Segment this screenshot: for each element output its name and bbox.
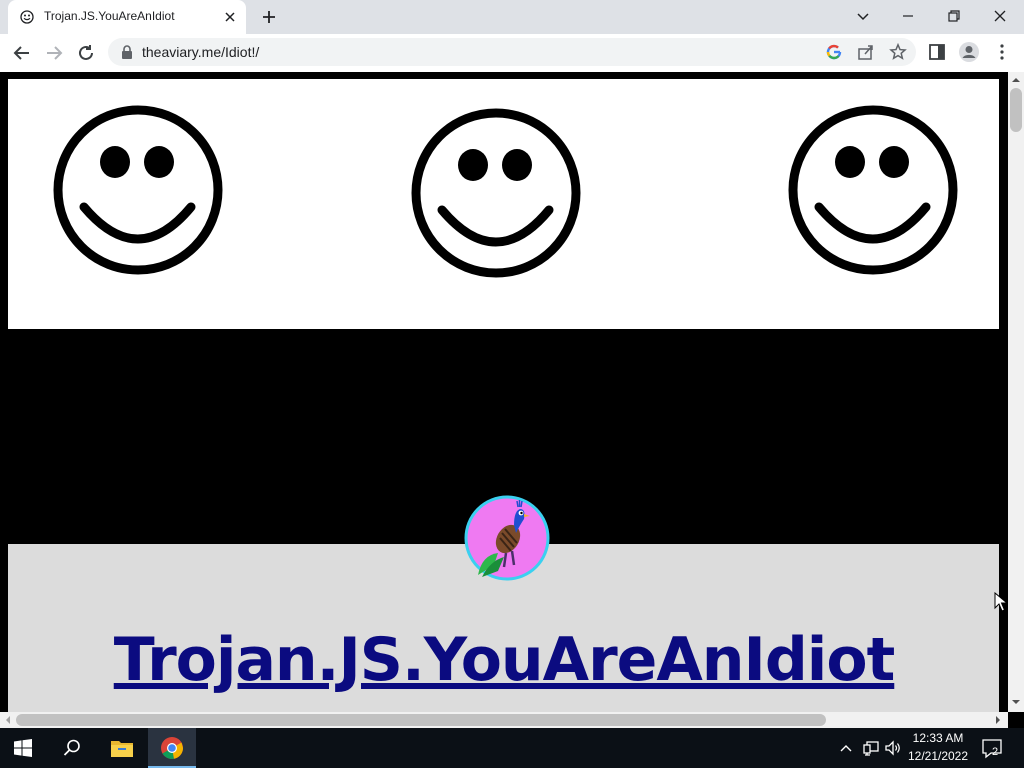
chrome-taskbar-button[interactable] xyxy=(148,728,196,768)
headline-link[interactable]: Trojan.JS.YouAreAnIdiot xyxy=(114,625,896,695)
chrome-icon xyxy=(161,737,183,759)
scroll-down-arrow-icon[interactable] xyxy=(1012,698,1020,706)
clock-time[interactable]: 12:33 AM xyxy=(902,731,974,745)
tab-title: Trojan.JS.YouAreAnIdiot xyxy=(44,9,175,23)
lock-icon[interactable] xyxy=(120,44,134,60)
minimize-icon[interactable] xyxy=(898,6,918,26)
file-explorer-icon[interactable] xyxy=(110,737,134,759)
scroll-left-arrow-icon[interactable] xyxy=(4,716,12,724)
forward-arrow-icon[interactable] xyxy=(43,42,65,64)
url-text[interactable]: theaviary.me/Idiot!/ xyxy=(142,44,259,60)
peacock-logo-icon xyxy=(464,495,550,581)
vertical-scroll-thumb[interactable] xyxy=(1010,88,1022,132)
clock-date[interactable]: 12/21/2022 xyxy=(902,749,974,763)
headline: Trojan.JS.YouAreAnIdiot xyxy=(0,625,1008,695)
bookmark-star-icon[interactable] xyxy=(889,43,907,61)
show-hidden-icons-icon[interactable] xyxy=(838,740,854,756)
scroll-right-arrow-icon[interactable] xyxy=(994,716,1002,724)
kebab-menu-icon[interactable] xyxy=(996,43,1008,61)
windows-start-icon[interactable] xyxy=(14,739,32,757)
smiley-face-icon xyxy=(53,105,223,275)
smiley-face-icon xyxy=(788,105,958,275)
browser-tab[interactable]: Trojan.JS.YouAreAnIdiot xyxy=(8,0,246,34)
scroll-up-arrow-icon[interactable] xyxy=(1012,76,1020,84)
notification-count-badge: 2 xyxy=(992,746,999,758)
reload-icon[interactable] xyxy=(75,42,97,64)
tab-search-chevron-icon[interactable] xyxy=(853,6,873,26)
profile-avatar-icon[interactable] xyxy=(958,41,980,63)
horizontal-scroll-thumb[interactable] xyxy=(16,714,826,726)
web-page: Trojan.JS.YouAreAnIdiot xyxy=(0,72,1008,712)
close-window-icon[interactable] xyxy=(990,6,1010,26)
google-icon[interactable] xyxy=(825,43,843,61)
share-icon[interactable] xyxy=(857,43,875,61)
smiley-favicon-icon xyxy=(20,10,34,24)
mouse-cursor-icon xyxy=(994,592,1008,612)
smiley-panel xyxy=(8,79,999,329)
smiley-face-icon xyxy=(411,108,581,278)
new-tab-icon[interactable] xyxy=(260,8,278,26)
search-icon[interactable] xyxy=(62,738,82,758)
volume-icon[interactable] xyxy=(884,739,902,757)
network-icon[interactable] xyxy=(862,739,880,757)
close-tab-icon[interactable] xyxy=(222,9,238,25)
restore-icon[interactable] xyxy=(944,6,964,26)
back-arrow-icon[interactable] xyxy=(11,42,33,64)
side-panel-icon[interactable] xyxy=(928,43,946,61)
vertical-scrollbar[interactable] xyxy=(1008,72,1024,712)
